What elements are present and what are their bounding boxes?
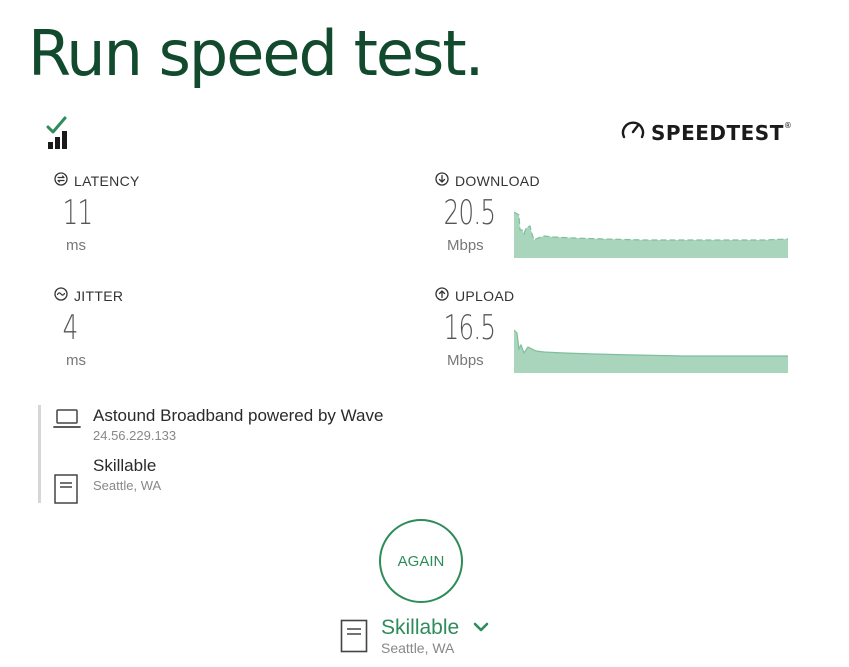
download-arrow-icon xyxy=(435,172,449,189)
jitter-unit: ms xyxy=(66,352,86,369)
server-icon xyxy=(54,474,78,509)
latency-value: 11 xyxy=(62,193,93,233)
server-select-icon xyxy=(340,619,368,658)
isp-info: Astound Broadband powered by Wave 24.56.… xyxy=(93,406,383,443)
upload-arrow-icon xyxy=(435,287,449,304)
server-selector[interactable]: Skillable Seattle, WA xyxy=(340,616,489,658)
jitter-value: 4 xyxy=(62,308,79,348)
upload-label: UPLOAD xyxy=(455,287,515,304)
upload-graph xyxy=(513,325,788,378)
isp-ip: 24.56.229.133 xyxy=(93,428,177,443)
download-graph xyxy=(513,210,789,263)
server-location: Seattle, WA xyxy=(93,478,162,493)
isp-name: Astound Broadband powered by Wave xyxy=(93,406,384,425)
laptop-icon xyxy=(53,409,81,434)
upload-metric: UPLOAD 16.5 Mbps xyxy=(435,287,519,369)
jitter-metric: JITTER 4 ms xyxy=(54,287,123,369)
latency-unit: ms xyxy=(66,237,86,254)
speedometer-icon xyxy=(621,118,645,147)
again-button[interactable]: AGAIN xyxy=(379,519,463,603)
latency-metric: LATENCY 11 ms xyxy=(54,172,140,254)
again-label: AGAIN xyxy=(397,552,445,570)
chevron-down-icon[interactable] xyxy=(473,620,489,638)
server-select-location: Seattle, WA xyxy=(381,640,455,656)
upload-value: 16.5 xyxy=(443,308,496,348)
brand-name: SPEEDTEST® xyxy=(651,120,793,145)
page-title: Run speed test. xyxy=(28,17,484,90)
latency-label: LATENCY xyxy=(74,172,140,189)
jitter-icon xyxy=(54,287,68,304)
upload-unit: Mbps xyxy=(447,352,484,369)
server-name: Skillable xyxy=(93,456,157,475)
download-value: 20.5 xyxy=(443,193,496,233)
server-info: Skillable Seattle, WA xyxy=(93,456,161,493)
speedtest-logo: SPEEDTEST® xyxy=(621,118,792,147)
jitter-label: JITTER xyxy=(74,287,124,304)
server-select-name: Skillable xyxy=(381,616,460,639)
connection-info xyxy=(38,405,41,503)
latency-icon xyxy=(54,172,68,189)
signal-bars-icon xyxy=(46,116,72,155)
download-label: DOWNLOAD xyxy=(455,172,540,189)
